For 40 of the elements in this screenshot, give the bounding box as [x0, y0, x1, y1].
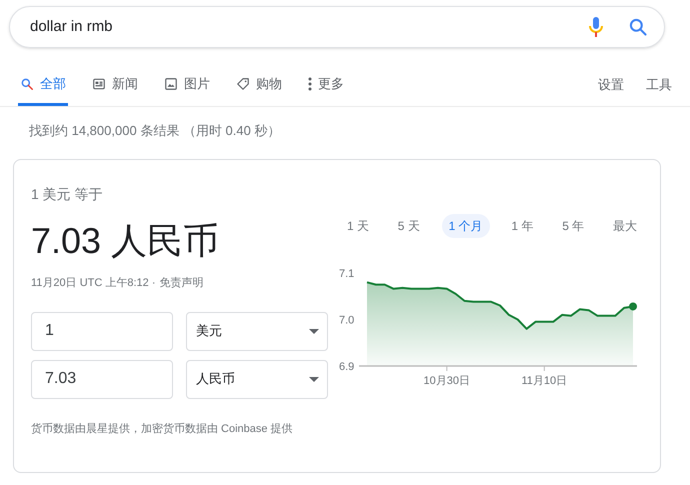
- axis-label: 7.1: [339, 268, 354, 280]
- axis-label: 6.9: [339, 361, 354, 373]
- search-tab[interactable]: 图片: [162, 64, 212, 106]
- conversion-result: 7.03 人民币: [31, 219, 220, 263]
- search-tab[interactable]: 新闻: [90, 64, 140, 106]
- more-icon: [308, 76, 312, 90]
- axis-label: 7.0: [339, 314, 354, 326]
- data-source-note: 货币数据由晨星提供，加密货币数据由 Coinbase 提供: [31, 422, 294, 436]
- range-tab[interactable]: 1 天: [340, 214, 376, 238]
- range-tab[interactable]: 5 天: [390, 214, 427, 238]
- microphone-icon[interactable]: [588, 16, 604, 38]
- range-tab[interactable]: 1 个月: [442, 214, 490, 238]
- tag-icon: [236, 76, 250, 90]
- amount-field[interactable]: 1: [31, 312, 173, 350]
- range-tab[interactable]: 5 年: [555, 214, 592, 238]
- search-tab[interactable]: 购物: [234, 64, 284, 106]
- search-icon: [20, 76, 34, 90]
- image-icon: [164, 76, 178, 90]
- result-stats: 找到约 14,800,000 条结果 （用时 0.40 秒）: [28, 122, 282, 140]
- search-field[interactable]: dollar in rmb: [9, 6, 665, 48]
- axis-label: 10月30日: [424, 375, 470, 387]
- disclaimer-link[interactable]: 免责声明: [160, 275, 204, 292]
- dropdown-caret-icon: [309, 328, 319, 334]
- range-tab[interactable]: 1 年: [504, 214, 540, 238]
- currency-dropdown[interactable]: 美元: [186, 312, 328, 350]
- amount-field[interactable]: 7.03: [31, 360, 173, 398]
- axis-label: 11月10日: [522, 375, 568, 387]
- conversion-heading: 1 美元 等于: [31, 185, 104, 204]
- search-tab[interactable]: 全部: [18, 64, 68, 106]
- current-point: [629, 302, 637, 310]
- dropdown-caret-icon: [309, 376, 319, 382]
- search-query: dollar in rmb: [30, 16, 114, 37]
- search-icon[interactable]: [628, 17, 648, 37]
- search-tab[interactable]: 更多: [306, 64, 346, 106]
- tools-link[interactable]: 设置: [598, 64, 624, 106]
- timestamp: 11月20日 UTC 上午8:12 ·: [31, 276, 156, 291]
- newspaper-icon: [92, 76, 106, 90]
- currency-dropdown[interactable]: 人民币: [186, 360, 328, 398]
- tools-link[interactable]: 工具: [646, 64, 672, 106]
- range-tab[interactable]: 最大: [606, 214, 644, 238]
